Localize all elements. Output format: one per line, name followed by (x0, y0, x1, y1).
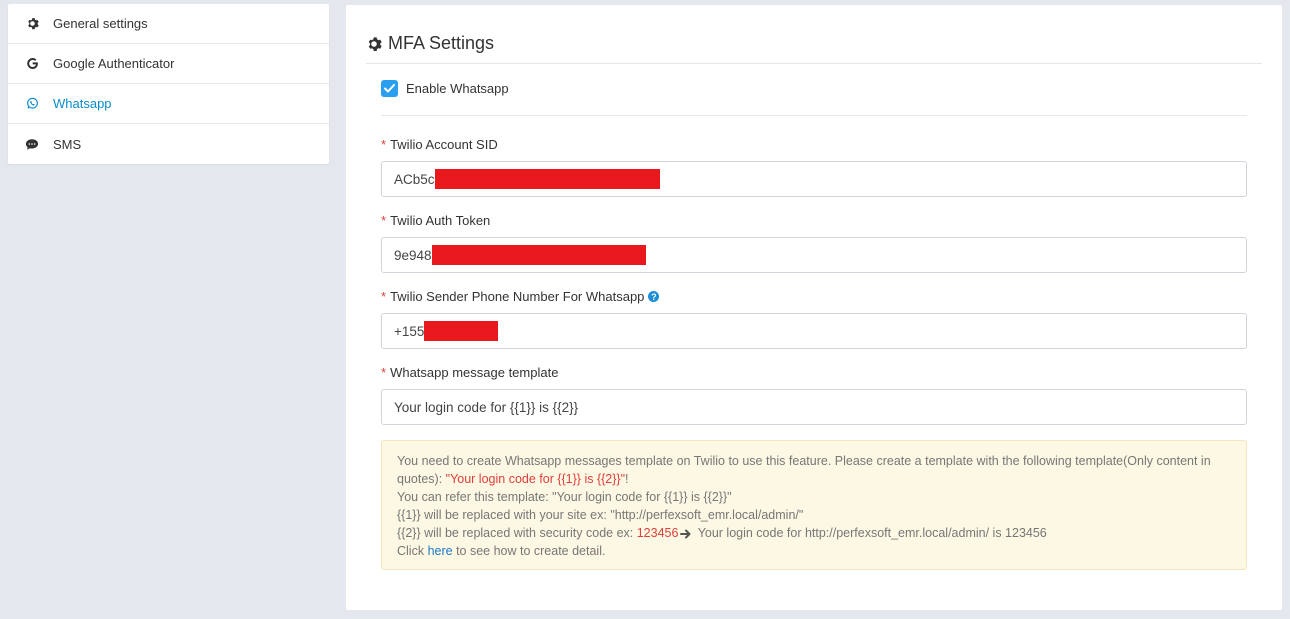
auth-token-label-text: Twilio Auth Token (390, 213, 491, 228)
arrow-right-icon (680, 529, 692, 539)
auth-token-label: * Twilio Auth Token (381, 213, 490, 228)
sms-chat-icon (25, 137, 39, 151)
whatsapp-icon (25, 97, 39, 111)
sidebar-item-label: General settings (53, 16, 148, 31)
notice-text: to see how to create detail. (452, 544, 606, 558)
account-sid-value: ACb5c (394, 171, 435, 187)
message-template-label-text: Whatsapp message template (390, 365, 559, 380)
sidebar-item-whatsapp[interactable]: Whatsapp (8, 84, 329, 124)
checkmark-icon (384, 84, 395, 93)
notice-text: ! (625, 472, 629, 486)
here-link[interactable]: here (428, 544, 453, 558)
notice-line: You need to create Whatsapp messages tem… (397, 452, 1231, 488)
sidebar-item-google-authenticator[interactable]: Google Authenticator (8, 44, 329, 84)
notice-line: {{2}} will be replaced with security cod… (397, 524, 1231, 542)
sidebar-item-label: Google Authenticator (53, 56, 175, 71)
enable-whatsapp-label[interactable]: Enable Whatsapp (406, 81, 509, 96)
enable-whatsapp-row: Enable Whatsapp (381, 80, 509, 97)
sidebar-item-label: Whatsapp (53, 96, 112, 111)
page-title: MFA Settings (366, 33, 494, 54)
notice-line: Click here to see how to create detail. (397, 542, 1231, 560)
settings-sidebar: General settings Google Authenticator Wh… (8, 4, 329, 164)
sender-phone-label-text: Twilio Sender Phone Number For Whatsapp (390, 289, 645, 304)
account-sid-label-text: Twilio Account SID (390, 137, 498, 152)
help-icon[interactable]: ? (648, 291, 660, 302)
notice-line: {{1}} will be replaced with your site ex… (397, 508, 804, 522)
message-template-label: * Whatsapp message template (381, 365, 558, 380)
required-mark: * (381, 365, 387, 380)
gear-icon (366, 36, 382, 52)
notice-line: You can refer this template: "Your login… (397, 490, 732, 504)
notice-text: Click (397, 544, 428, 558)
sidebar-item-label: SMS (53, 136, 82, 152)
sender-phone-label: * Twilio Sender Phone Number For Whatsap… (381, 289, 660, 304)
auth-token-input[interactable]: 9e948 (381, 237, 1247, 273)
gear-icon (25, 17, 39, 31)
sender-phone-input[interactable]: +155 (381, 313, 1247, 349)
sidebar-item-sms[interactable]: SMS (8, 124, 329, 164)
notice-template-quote: "Your login code for {{1}} is {{2}}" (445, 472, 626, 486)
notice-text: Your login code for http://perfexsoft_em… (694, 526, 1047, 540)
auth-token-value: 9e948 (394, 247, 432, 263)
redaction-mark (431, 245, 646, 265)
redaction-mark (434, 169, 660, 189)
divider (366, 63, 1262, 64)
account-sid-label: * Twilio Account SID (381, 137, 498, 152)
notice-code-example: 123456 (636, 526, 679, 540)
account-sid-input[interactable]: ACb5c (381, 161, 1247, 197)
redaction-mark (424, 321, 499, 341)
whatsapp-template-notice: You need to create Whatsapp messages tem… (381, 440, 1247, 570)
google-icon (25, 57, 39, 71)
divider (381, 115, 1247, 116)
mfa-settings-panel: MFA Settings Enable Whatsapp * Twilio Ac… (346, 5, 1282, 610)
sender-phone-value: +155 (394, 323, 425, 339)
enable-whatsapp-checkbox[interactable] (381, 80, 398, 97)
page-title-text: MFA Settings (388, 33, 495, 53)
sidebar-item-general-settings[interactable]: General settings (8, 4, 329, 44)
required-mark: * (381, 137, 387, 152)
message-template-value: Your login code for {{1}} is {{2}} (394, 399, 579, 415)
required-mark: * (381, 213, 387, 228)
message-template-input[interactable]: Your login code for {{1}} is {{2}} (381, 389, 1247, 425)
required-mark: * (381, 289, 387, 304)
notice-text: {{2}} will be replaced with security cod… (397, 526, 637, 540)
